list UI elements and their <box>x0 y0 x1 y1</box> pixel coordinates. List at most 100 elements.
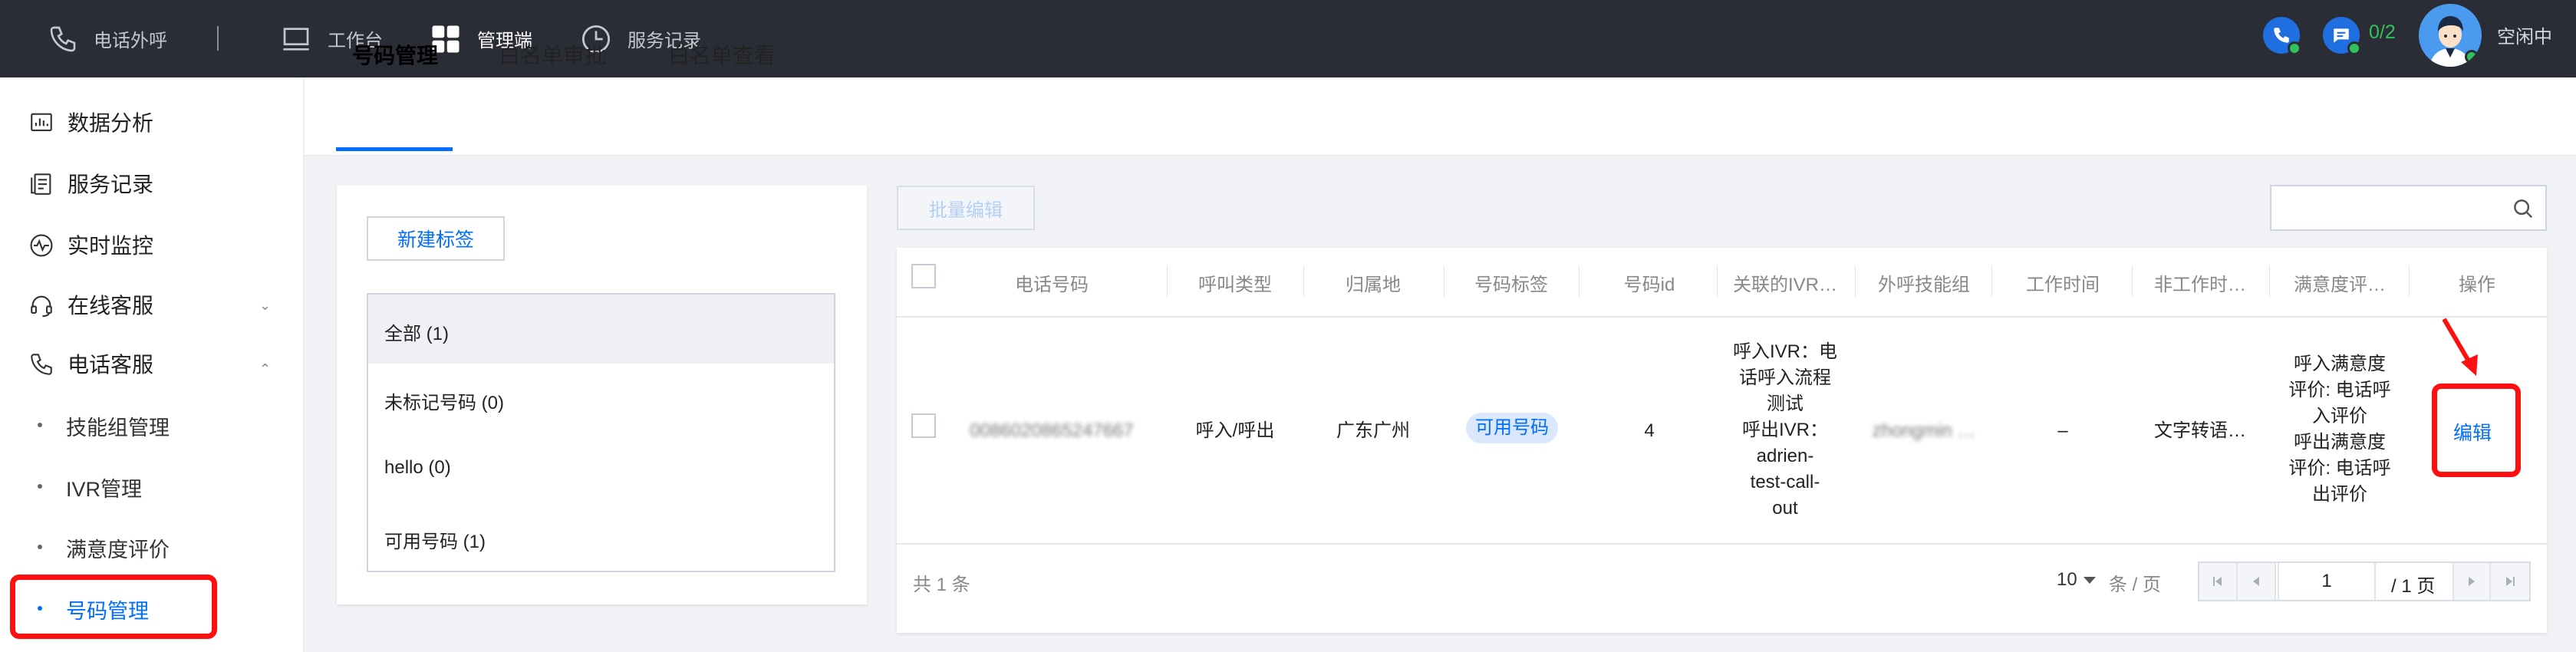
column-header-skill-group: 外呼技能组 <box>1878 275 1970 295</box>
bullet <box>38 423 42 427</box>
phone-icon <box>2274 28 2289 43</box>
column-divider <box>1855 265 1856 298</box>
column-header-action: 操作 <box>2459 275 2495 295</box>
column-divider <box>2132 265 2133 298</box>
sidebar-item-realtime-monitor[interactable]: 实时监控 <box>0 218 304 272</box>
status-badge: 可用号码 <box>1466 413 1558 443</box>
monitor-wave-icon <box>30 234 53 257</box>
tag-item-available[interactable]: 可用号码 (1) <box>368 502 834 571</box>
total-pages: / 1 页 <box>2391 576 2436 597</box>
chevron-up-icon: ⌃ <box>259 361 272 377</box>
phone-icon <box>50 26 76 51</box>
message-count: 0/2 <box>2369 21 2396 43</box>
column-divider <box>2409 265 2410 298</box>
sidebar-item-service-records[interactable]: 服务记录 <box>0 156 304 210</box>
phone-icon <box>31 354 52 375</box>
column-header-ivr: 关联的IVR… <box>1732 275 1838 295</box>
page-size-select[interactable]: 10 <box>2057 569 2096 591</box>
arrow-annotation-icon <box>2442 318 2478 376</box>
column-divider <box>1991 265 1992 298</box>
next-page-icon <box>2469 577 2475 586</box>
column-divider <box>1303 265 1304 298</box>
page-number-input[interactable]: 1 <box>2278 563 2376 600</box>
monitor-icon <box>283 27 309 51</box>
prev-page-button[interactable] <box>2238 563 2276 600</box>
row-checkbox[interactable] <box>911 413 936 438</box>
last-page-icon <box>2506 577 2515 586</box>
pagination: 1 / 1 页 <box>2198 561 2531 601</box>
column-header-non-work-time: 非工作时… <box>2154 275 2246 295</box>
sidebar-item-label: 实时监控 <box>68 234 154 258</box>
avatar[interactable] <box>2419 4 2482 67</box>
cell-non-work-time: 文字转语… <box>2154 420 2246 441</box>
chevron-down-icon: ⌄ <box>259 298 272 313</box>
column-header-phone: 电话号码 <box>1015 275 1089 295</box>
tab-whitelist-view[interactable]: 白名单查看 <box>668 39 776 70</box>
tag-item-unmarked[interactable]: 未标记号码 (0) <box>368 364 834 433</box>
tab-number-management[interactable]: 号码管理 <box>352 39 438 70</box>
sidebar-item-label: 数据分析 <box>68 111 154 135</box>
column-divider <box>1167 265 1168 298</box>
tag-label: 可用号码 (1) <box>384 532 486 552</box>
tag-item-hello[interactable]: hello (0) <box>368 433 834 502</box>
sidebar-subitem-satisfaction[interactable]: 满意度评价 <box>0 519 304 573</box>
highlight-box <box>2432 384 2521 477</box>
cell-phone: 0086020865247667 <box>970 420 1134 441</box>
records-icon <box>31 173 51 195</box>
search-input[interactable] <box>2279 193 2502 223</box>
batch-edit-button[interactable]: 批量编辑 <box>897 186 1035 230</box>
sidebar-item-label: 服务记录 <box>68 173 154 196</box>
highlight-box <box>10 575 217 639</box>
headset-icon <box>31 295 52 318</box>
sidebar-item-phone-service[interactable]: 电话客服 ⌃ <box>0 337 304 390</box>
page-size-value: 10 <box>2057 569 2077 590</box>
message-button[interactable] <box>2323 17 2361 55</box>
cell-satisfaction: 呼入满意度 评价: 电话呼 入评价 呼出满意度 评价: 电话呼 出评价 <box>2288 354 2391 505</box>
column-divider <box>1717 265 1718 298</box>
search-icon[interactable] <box>2512 197 2535 220</box>
sidebar-item-label: 在线客服 <box>68 294 154 318</box>
cell-location: 广东广州 <box>1336 420 1410 441</box>
select-all-checkbox[interactable] <box>911 264 936 288</box>
tab-bar <box>305 77 2576 156</box>
column-header-work-time: 工作时间 <box>2026 275 2100 295</box>
tab-whitelist-approval[interactable]: 白名单审批 <box>499 39 606 70</box>
active-tab-indicator <box>336 147 453 151</box>
sidebar-subitem-label: 技能组管理 <box>66 417 170 440</box>
agent-status[interactable]: 空闲中 <box>2497 21 2552 48</box>
tag-label: hello (0) <box>384 457 451 478</box>
cell-ivr: 呼入IVR：电 话呼入流程 测试 呼出IVR： adrien- test-cal… <box>1732 341 1838 519</box>
chart-icon <box>31 113 52 131</box>
table-header-divider <box>897 316 2547 318</box>
bullet <box>38 484 42 489</box>
cell-call-type: 呼入/呼出 <box>1195 420 1275 441</box>
sidebar-item-label: 电话客服 <box>68 353 154 377</box>
cell-number-id: 4 <box>1644 420 1655 441</box>
cell-skill-group: zhongmin … <box>1872 420 1976 441</box>
next-page-button[interactable] <box>2452 563 2491 600</box>
sidebar-subitem-skill-groups[interactable]: 技能组管理 <box>0 397 304 451</box>
sidebar-item-data-analysis[interactable]: 数据分析 <box>0 95 304 149</box>
column-divider <box>2269 265 2270 298</box>
per-page-label: 条 / 页 <box>2109 575 2162 595</box>
bullet <box>38 545 42 549</box>
column-header-tag: 号码标签 <box>1474 275 1548 295</box>
online-status-dot <box>2465 50 2479 64</box>
call-status-button[interactable] <box>2263 17 2301 55</box>
sidebar-subitem-label: 满意度评价 <box>66 538 170 561</box>
topbar-divider <box>217 26 219 51</box>
first-page-button[interactable] <box>2199 563 2238 600</box>
search-box[interactable] <box>2270 185 2547 231</box>
last-page-button[interactable] <box>2491 563 2529 600</box>
new-tag-button[interactable]: 新建标签 <box>367 216 505 261</box>
table-footer-divider <box>897 543 2547 545</box>
message-icon <box>2334 28 2349 43</box>
tag-label: 全部 (1) <box>384 324 449 344</box>
topbar-item-outbound-call[interactable]: 电话外呼 <box>48 0 167 77</box>
sidebar-subitem-ivr[interactable]: IVR管理 <box>0 459 304 512</box>
tag-item-all[interactable]: 全部 (1) <box>368 295 834 364</box>
first-page-icon <box>2213 577 2222 586</box>
column-header-satisfaction: 满意度评… <box>2294 275 2386 295</box>
topbar-item-label: 电话外呼 <box>94 31 167 51</box>
sidebar-item-online-service[interactable]: 在线客服 ⌄ <box>0 278 304 331</box>
